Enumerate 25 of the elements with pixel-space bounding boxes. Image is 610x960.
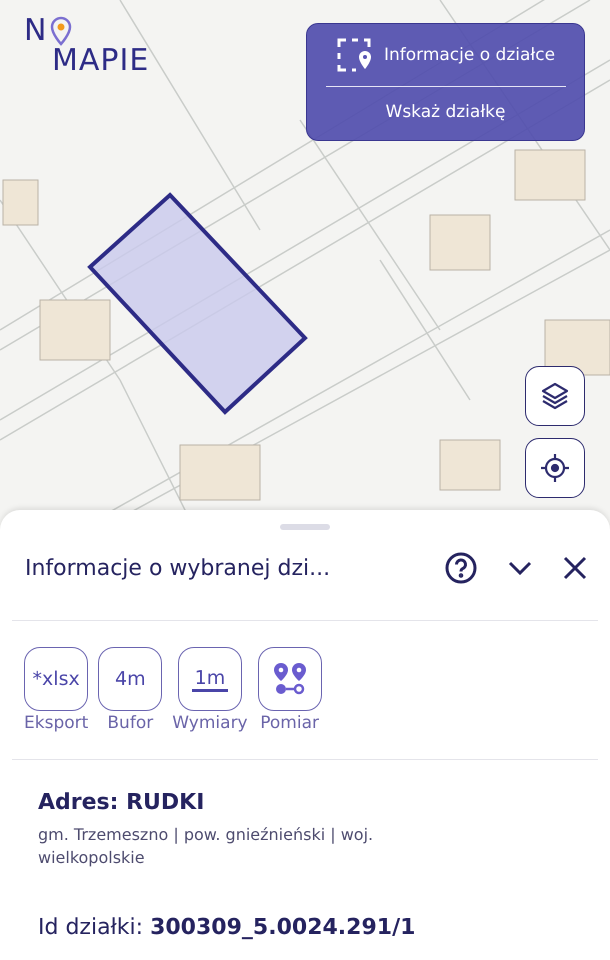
route-pins-icon: [272, 662, 308, 696]
drag-handle[interactable]: [280, 524, 330, 530]
locate-button[interactable]: [525, 438, 585, 498]
layers-button[interactable]: [525, 366, 585, 426]
address-title: Adres: RUDKI: [38, 790, 206, 815]
tool-button[interactable]: *xlsx: [24, 647, 88, 711]
close-icon: [562, 555, 588, 581]
tool-button[interactable]: [258, 647, 322, 711]
logo: N MAPIE: [24, 14, 150, 78]
menu-item[interactable]: Informacje o działce: [336, 24, 556, 86]
tool-label: Pomiar: [260, 713, 319, 733]
help-icon: [444, 551, 478, 585]
tool-label: Bufor: [107, 713, 154, 733]
parcel-id: Id działki: 300309_5.0024.291/1: [38, 915, 416, 940]
address-details: gm. Trzemeszno | pow. gnieźnieński | woj. wielkopolskie: [38, 824, 374, 869]
tool-label: Wymiary: [172, 713, 248, 733]
crosshair-icon: [540, 453, 570, 483]
area-pin-icon: [336, 37, 372, 73]
menu-item[interactable]: Wskaż działkę: [386, 87, 506, 137]
sheet-title: Informacje o wybranej dzi...: [25, 556, 332, 580]
tool-button[interactable]: 1m: [178, 647, 242, 711]
layers-icon: [540, 381, 570, 411]
pin-icon: [50, 16, 72, 46]
tool-label: Eksport: [24, 713, 88, 733]
tool-button[interactable]: 4m: [98, 647, 162, 711]
